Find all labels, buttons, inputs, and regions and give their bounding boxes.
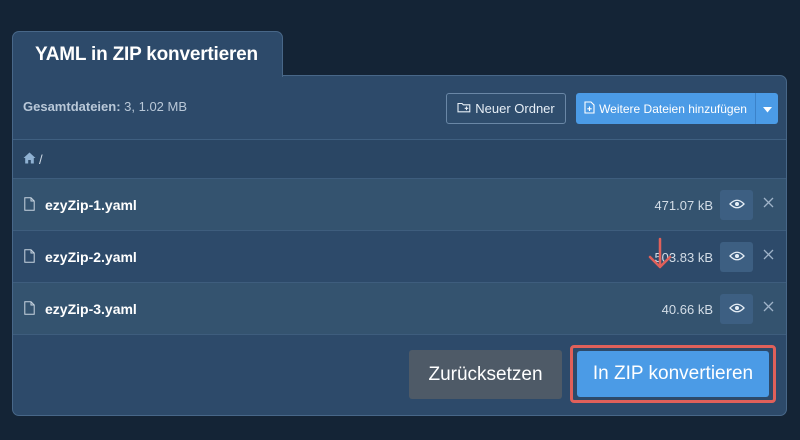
close-icon — [763, 299, 774, 317]
file-size: 471.07 kB — [654, 198, 713, 213]
stats-label: Gesamtdateien: — [23, 99, 121, 114]
remove-file-button[interactable] — [760, 248, 776, 264]
preview-button[interactable] — [720, 190, 753, 220]
home-icon[interactable] — [23, 152, 36, 167]
add-files-label: Weitere Dateien hinzufügen — [599, 101, 747, 116]
convert-button[interactable]: In ZIP konvertieren — [577, 351, 769, 397]
file-name: ezyZip-1.yaml — [45, 197, 137, 213]
file-size: 40.66 kB — [661, 302, 713, 317]
close-icon — [763, 247, 774, 265]
new-folder-button[interactable]: Neuer Ordner — [446, 93, 566, 124]
action-footer: Zurücksetzen In ZIP konvertieren — [13, 334, 786, 415]
file-icon — [24, 301, 35, 320]
add-files-main[interactable]: Weitere Dateien hinzufügen — [576, 93, 756, 124]
preview-button[interactable] — [720, 294, 753, 324]
file-icon — [24, 197, 35, 216]
close-icon — [763, 195, 774, 213]
file-name: ezyZip-2.yaml — [45, 249, 137, 265]
page-title: YAML in ZIP konvertieren — [35, 44, 258, 65]
arrow-down-icon — [648, 237, 672, 269]
file-plus-icon — [584, 100, 595, 117]
breadcrumb-separator: / — [39, 152, 43, 167]
reset-button[interactable]: Zurücksetzen — [409, 350, 562, 399]
add-files-dropdown-toggle[interactable] — [756, 93, 778, 124]
preview-button[interactable] — [720, 242, 753, 272]
stats-value: 3, 1.02 MB — [120, 99, 188, 114]
file-name: ezyZip-3.yaml — [45, 301, 137, 317]
caret-down-icon — [762, 100, 772, 118]
file-icon — [24, 249, 35, 268]
file-stats: Gesamtdateien: 3, 1.02 MB — [23, 99, 187, 114]
file-row: ezyZip-3.yaml 40.66 kB — [13, 282, 786, 334]
breadcrumb: / — [23, 152, 43, 167]
folder-plus-icon — [457, 101, 471, 116]
file-row: ezyZip-1.yaml 471.07 kB — [13, 178, 786, 230]
eye-icon — [728, 248, 745, 266]
page-title-tab: YAML in ZIP konvertieren — [12, 31, 283, 77]
eye-icon — [728, 196, 745, 214]
toolbar: Gesamtdateien: 3, 1.02 MB Neuer Ordner W… — [13, 76, 786, 139]
add-files-button[interactable]: Weitere Dateien hinzufügen — [576, 93, 778, 124]
remove-file-button[interactable] — [760, 300, 776, 316]
new-folder-label: Neuer Ordner — [475, 101, 555, 116]
remove-file-button[interactable] — [760, 196, 776, 212]
breadcrumb-bar: / — [13, 139, 786, 178]
eye-icon — [728, 300, 745, 318]
